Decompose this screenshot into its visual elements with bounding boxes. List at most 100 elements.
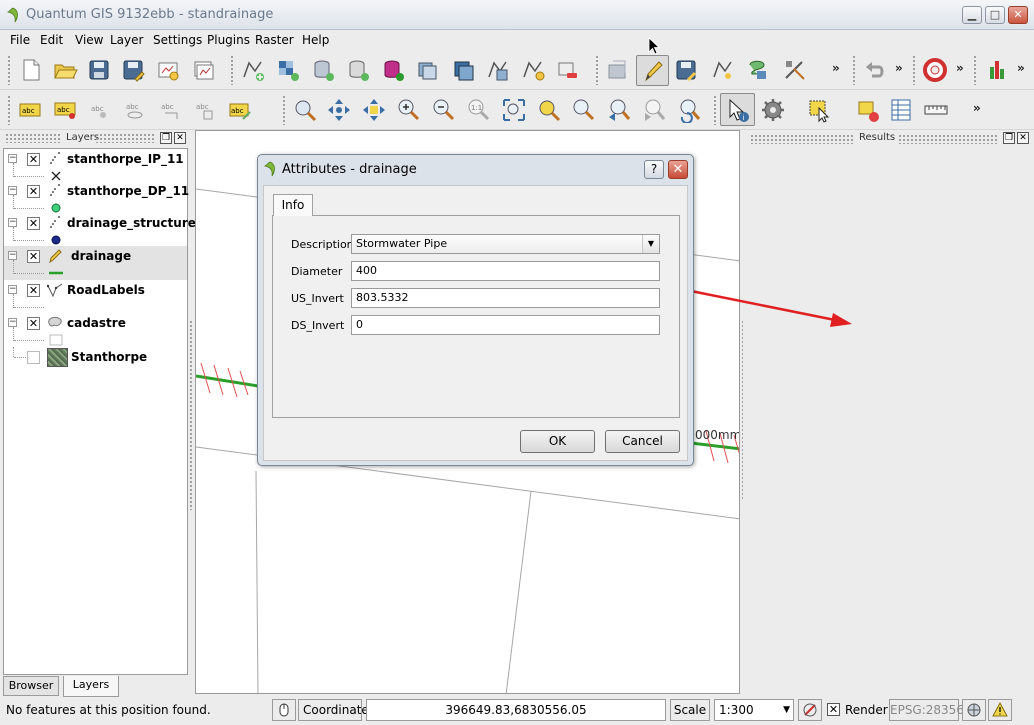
- projection-button[interactable]: [962, 699, 986, 721]
- toolbar-overflow-icon[interactable]: »: [973, 101, 981, 115]
- zoom-to-selection-icon[interactable]: [536, 97, 562, 123]
- open-attribute-table-icon[interactable]: [888, 97, 914, 123]
- maximize-icon[interactable]: □: [985, 6, 1005, 24]
- stop-render-button[interactable]: [798, 699, 822, 721]
- layer-row-drainage-structures[interactable]: − ✕ drainage_structures: [4, 213, 203, 247]
- run-feature-action-icon[interactable]: [760, 97, 786, 123]
- toolbar-grip[interactable]: [7, 55, 11, 85]
- render-checkbox[interactable]: ✕: [827, 703, 840, 716]
- add-spatialite-layer-icon[interactable]: [345, 57, 371, 83]
- remove-layer-icon[interactable]: [555, 57, 581, 83]
- layer-visibility-checkbox[interactable]: ✕: [27, 284, 40, 297]
- toolbar-grip[interactable]: [7, 95, 11, 125]
- panel-grip[interactable]: [750, 134, 855, 144]
- toolbar-grip[interactable]: [595, 55, 599, 85]
- toolbar-overflow-icon[interactable]: »: [832, 61, 840, 75]
- layer-row-stanthorpe-dp[interactable]: − ✕ stanthorpe_DP_11: [4, 181, 189, 215]
- move-label-icon[interactable]: abc: [122, 97, 148, 123]
- panel-grip[interactable]: [5, 133, 60, 143]
- diameter-field[interactable]: 400: [351, 261, 660, 281]
- pin-labels-icon[interactable]: abc: [52, 97, 78, 123]
- layer-visibility-checkbox[interactable]: ✕: [27, 217, 40, 230]
- panel-grip[interactable]: [898, 134, 998, 144]
- new-print-composer-icon[interactable]: [155, 57, 181, 83]
- drainage-pipe-line[interactable]: [690, 441, 740, 451]
- new-shapefile-layer-icon[interactable]: [520, 57, 546, 83]
- save-layer-edits-icon[interactable]: [673, 57, 699, 83]
- current-edits-icon[interactable]: [605, 57, 631, 83]
- add-wfs-layer-icon[interactable]: [485, 57, 511, 83]
- collapse-icon[interactable]: −: [8, 251, 17, 260]
- add-feature-icon[interactable]: [710, 57, 736, 83]
- deselect-all-icon[interactable]: [855, 97, 881, 123]
- layer-visibility-checkbox[interactable]: ✕: [27, 153, 40, 166]
- toolbar-grip[interactable]: [852, 55, 856, 85]
- add-postgis-layer-icon[interactable]: [310, 57, 336, 83]
- toolbar-overflow-icon[interactable]: »: [956, 61, 964, 75]
- menu-view[interactable]: View: [75, 33, 103, 47]
- save-as-icon[interactable]: [120, 57, 146, 83]
- menu-raster[interactable]: Raster: [255, 33, 294, 47]
- zoom-in-icon[interactable]: [396, 97, 422, 123]
- add-wcs-layer-icon[interactable]: [450, 57, 476, 83]
- close-panel-icon[interactable]: ✕: [174, 132, 186, 144]
- add-mssql-layer-icon[interactable]: [380, 57, 406, 83]
- toolbar-grip[interactable]: [282, 95, 286, 125]
- chevron-down-icon[interactable]: ▼: [642, 235, 659, 253]
- menu-plugins[interactable]: Plugins: [207, 33, 250, 47]
- toolbar-overflow-icon[interactable]: »: [1017, 61, 1025, 75]
- zoom-actual-size-icon[interactable]: 1:1: [466, 97, 492, 123]
- layer-visibility-checkbox[interactable]: ✕: [27, 185, 40, 198]
- save-project-icon[interactable]: [86, 57, 112, 83]
- float-panel-icon[interactable]: ❐: [1003, 132, 1015, 144]
- crs-status-button[interactable]: EPSG:28356: [889, 699, 964, 721]
- coordinate-field[interactable]: 396649.83,6830556.05: [366, 699, 666, 721]
- tab-browser[interactable]: Browser: [3, 676, 59, 696]
- help-button[interactable]: ?: [644, 160, 664, 179]
- messages-button[interactable]: [988, 699, 1012, 721]
- change-label-icon[interactable]: abc: [192, 97, 218, 123]
- pan-to-selection-icon[interactable]: [361, 97, 387, 123]
- zoom-next-icon[interactable]: [641, 97, 667, 123]
- collapse-icon[interactable]: −: [8, 218, 17, 227]
- help-contents-icon[interactable]: [922, 57, 948, 83]
- toggle-editing-button[interactable]: [636, 55, 669, 86]
- layer-row-roadlabels[interactable]: − ✕ RoadLabels: [4, 280, 187, 314]
- toolbar-grip[interactable]: [973, 55, 977, 85]
- raster-histogram-icon[interactable]: [985, 57, 1011, 83]
- menu-file[interactable]: File: [10, 33, 30, 47]
- new-project-icon[interactable]: [18, 57, 44, 83]
- zoom-out-icon[interactable]: [431, 97, 457, 123]
- toggle-coordinate-mode-button[interactable]: [272, 699, 296, 721]
- layer-row-drainage[interactable]: − ✕ drainage: [4, 246, 187, 280]
- toolbar-grip[interactable]: [912, 55, 916, 85]
- zoom-to-layer-icon[interactable]: [571, 97, 597, 123]
- layer-row-cadastre[interactable]: − ✕ cadastre: [4, 313, 187, 347]
- undo-icon[interactable]: [862, 57, 888, 83]
- layer-labeling-icon[interactable]: abc: [17, 97, 43, 123]
- cancel-button[interactable]: Cancel: [605, 430, 680, 453]
- menu-settings[interactable]: Settings: [153, 33, 202, 47]
- close-panel-icon[interactable]: ✕: [1017, 132, 1029, 144]
- pan-map-arrows-icon[interactable]: [326, 97, 352, 123]
- layer-visibility-checkbox[interactable]: [27, 351, 40, 364]
- zoom-full-icon[interactable]: [501, 97, 527, 123]
- toolbar-grip[interactable]: [713, 95, 717, 125]
- layer-visibility-checkbox[interactable]: ✕: [27, 317, 40, 330]
- add-raster-layer-icon[interactable]: [275, 57, 301, 83]
- float-panel-icon[interactable]: ❐: [160, 132, 172, 144]
- pan-map-icon[interactable]: [292, 97, 318, 123]
- ds-invert-field[interactable]: 0: [351, 315, 660, 335]
- panel-splitter[interactable]: [189, 320, 193, 510]
- layer-row-stanthorpe[interactable]: Stanthorpe: [4, 347, 187, 381]
- ok-button[interactable]: OK: [520, 430, 595, 453]
- layer-row-stanthorpe-ip[interactable]: − ✕ stanthorpe_IP_11: [4, 149, 187, 183]
- toolbar-overflow-icon[interactable]: »: [895, 61, 903, 75]
- composer-manager-icon[interactable]: [190, 57, 216, 83]
- open-project-icon[interactable]: [52, 57, 78, 83]
- scale-combo[interactable]: 1:300 ▼: [714, 699, 794, 721]
- toolbar-grip[interactable]: [230, 55, 234, 85]
- tab-info[interactable]: Info: [273, 194, 313, 216]
- menu-help[interactable]: Help: [302, 33, 329, 47]
- zoom-last-icon[interactable]: [606, 97, 632, 123]
